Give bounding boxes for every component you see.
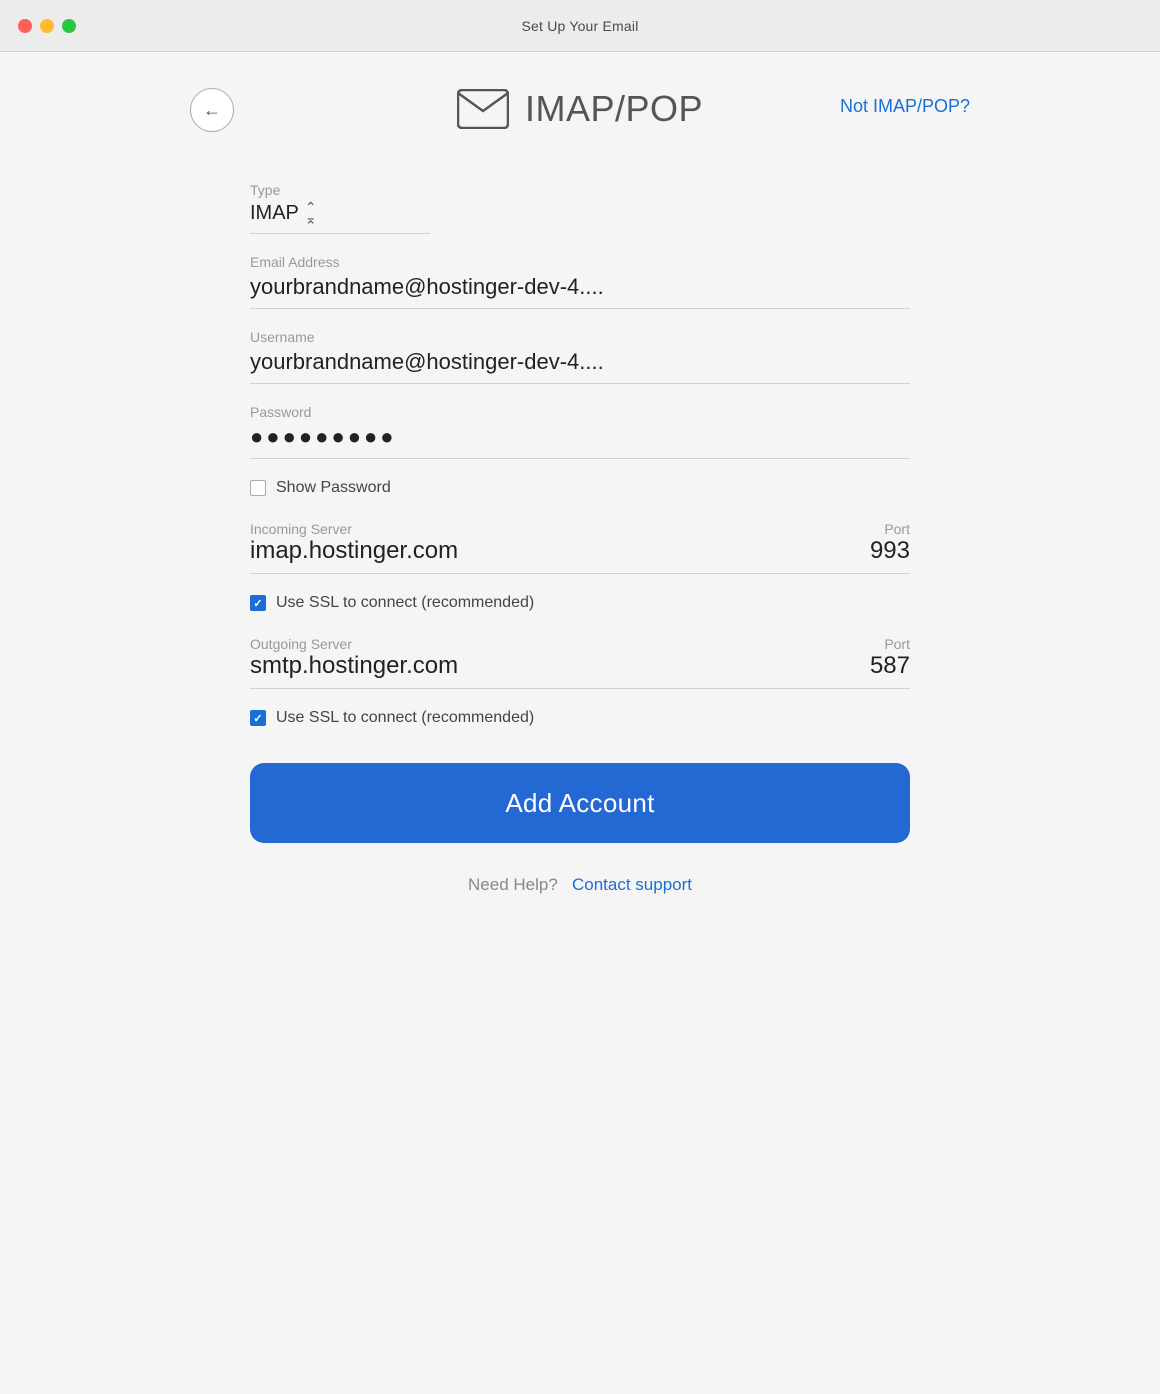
ssl-incoming-label: Use SSL to connect (recommended) — [276, 594, 534, 612]
add-account-button[interactable]: Add Account — [250, 763, 910, 843]
ssl-outgoing-checkbox[interactable] — [250, 710, 266, 726]
incoming-server-row: Incoming Server imap.hostinger.com Port … — [250, 501, 910, 574]
minimize-button[interactable] — [40, 19, 54, 33]
incoming-server-value[interactable]: imap.hostinger.com — [250, 537, 458, 565]
help-footer: Need Help? Contact support — [250, 875, 910, 895]
show-password-label: Show Password — [276, 479, 391, 497]
type-field-group: Type IMAP ⌃⌅ — [250, 162, 910, 234]
show-password-row: Show Password — [250, 479, 910, 497]
outgoing-port-label: Port — [884, 636, 910, 652]
password-label: Password — [250, 404, 910, 420]
show-password-checkbox[interactable] — [250, 480, 266, 496]
outgoing-server-label: Outgoing Server — [250, 636, 458, 652]
outgoing-server-left: Outgoing Server smtp.hostinger.com — [250, 616, 458, 680]
page-title: IMAP/POP — [525, 88, 703, 130]
mail-icon — [457, 89, 509, 129]
page-header: IMAP/POP — [250, 88, 910, 130]
help-text: Need Help? — [468, 875, 558, 894]
password-field-group: Password ●●●●●●●●● — [250, 384, 910, 459]
username-label: Username — [250, 329, 910, 345]
back-button[interactable]: ← — [190, 88, 234, 132]
username-field-group: Username yourbrandname@hostinger-dev-4..… — [250, 309, 910, 384]
username-field[interactable]: yourbrandname@hostinger-dev-4.... — [250, 349, 910, 384]
type-label: Type — [250, 182, 910, 198]
outgoing-port-value[interactable]: 587 — [870, 652, 910, 680]
back-arrow-icon: ← — [203, 101, 221, 119]
outgoing-server-row: Outgoing Server smtp.hostinger.com Port … — [250, 616, 910, 689]
title-bar: Set Up Your Email — [0, 0, 1160, 52]
not-imap-link[interactable]: Not IMAP/POP? — [840, 96, 970, 117]
ssl-outgoing-row: Use SSL to connect (recommended) — [250, 709, 910, 727]
header-icon-title: IMAP/POP — [457, 88, 703, 130]
outgoing-server-value[interactable]: smtp.hostinger.com — [250, 652, 458, 680]
type-value: IMAP — [250, 202, 299, 225]
incoming-port-right: Port 993 — [870, 501, 910, 565]
outgoing-port-right: Port 587 — [870, 616, 910, 680]
ssl-incoming-checkbox[interactable] — [250, 595, 266, 611]
setup-form: Type IMAP ⌃⌅ Email Address yourbrandname… — [250, 162, 910, 843]
maximize-button[interactable] — [62, 19, 76, 33]
type-select[interactable]: IMAP ⌃⌅ — [250, 202, 430, 234]
ssl-outgoing-label: Use SSL to connect (recommended) — [276, 709, 534, 727]
window-title: Set Up Your Email — [521, 18, 638, 34]
password-field[interactable]: ●●●●●●●●● — [250, 424, 910, 459]
incoming-port-value[interactable]: 993 — [870, 537, 910, 565]
email-field[interactable]: yourbrandname@hostinger-dev-4.... — [250, 274, 910, 309]
ssl-incoming-row: Use SSL to connect (recommended) — [250, 594, 910, 612]
close-button[interactable] — [18, 19, 32, 33]
incoming-server-label: Incoming Server — [250, 521, 458, 537]
contact-support-link[interactable]: Contact support — [572, 875, 692, 894]
window-controls — [18, 19, 76, 33]
type-select-arrows-icon: ⌃⌅ — [305, 202, 317, 224]
main-content: ← Not IMAP/POP? IMAP/POP Type IMAP ⌃⌅ — [170, 52, 990, 1394]
incoming-port-label: Port — [884, 521, 910, 537]
email-label: Email Address — [250, 254, 910, 270]
email-field-group: Email Address yourbrandname@hostinger-de… — [250, 234, 910, 309]
incoming-server-left: Incoming Server imap.hostinger.com — [250, 501, 458, 565]
